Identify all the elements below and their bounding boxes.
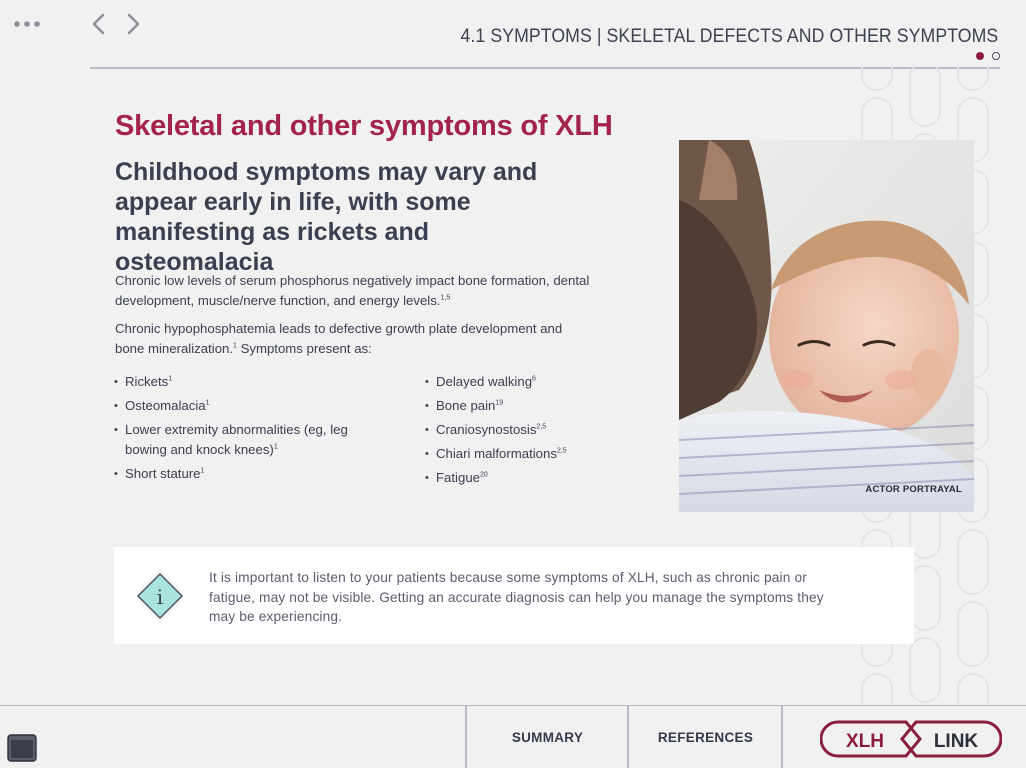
- symptom-reference: 6: [532, 375, 536, 383]
- intro-reference: 1,5: [440, 294, 451, 302]
- hypophosphatemia-tail: Symptoms present as:: [236, 341, 372, 356]
- symptom-reference: 1: [273, 443, 278, 451]
- list-item: Delayed walking6: [425, 372, 625, 392]
- logo-text-right: LINK: [934, 731, 979, 752]
- symptom-reference: 19: [495, 399, 504, 407]
- hypophosphatemia-paragraph: Chronic hypophosphatemia leads to defect…: [115, 319, 595, 359]
- symptom-label: Lower extremity abnormalities (eg, leg b…: [125, 422, 348, 457]
- symptom-reference: 1: [200, 467, 205, 475]
- symptom-label: Fatigue: [436, 470, 480, 485]
- symptom-label: Short stature: [125, 466, 201, 481]
- references-button[interactable]: REFERENCES: [629, 706, 782, 768]
- symptom-label: Craniosynostosis: [436, 422, 537, 437]
- list-item: Osteomalacia1: [114, 396, 384, 416]
- symptom-label: Bone pain: [436, 398, 496, 413]
- chevron-right-icon[interactable]: [122, 10, 144, 38]
- app-window-icon[interactable]: [7, 734, 37, 762]
- xlh-link-logo[interactable]: XLH LINK: [820, 719, 1002, 759]
- section-title: 4.1 SYMPTOMS | SKELETAL DEFECTS AND OTHE…: [460, 26, 998, 47]
- chevron-left-icon[interactable]: [88, 10, 110, 38]
- list-item: Fatigue20: [425, 468, 625, 488]
- list-item: Chiari malformations2,5: [425, 444, 625, 464]
- symptom-label: Delayed walking: [436, 374, 533, 389]
- list-item: Short stature1: [114, 464, 384, 484]
- summary-button[interactable]: SUMMARY: [467, 706, 628, 768]
- info-callout: i It is important to listen to your pati…: [114, 547, 914, 644]
- logo-text-left: XLH: [846, 731, 884, 752]
- list-item: Bone pain19: [425, 396, 625, 416]
- symptom-reference: 1: [168, 375, 173, 383]
- symptom-reference: 2,5: [556, 447, 567, 455]
- info-icon-glyph: i: [157, 585, 163, 609]
- symptom-label: Rickets: [125, 374, 169, 389]
- symptom-reference: 20: [480, 471, 488, 479]
- page-indicator: [976, 52, 1000, 60]
- info-diamond-icon: i: [136, 572, 184, 620]
- intro-text: Chronic low levels of serum phosphorus n…: [115, 273, 590, 308]
- more-dots-icon[interactable]: [12, 16, 44, 32]
- symptom-list-right: Delayed walking6 Bone pain19 Craniosynos…: [425, 372, 625, 492]
- info-text: It is important to listen to your patien…: [209, 570, 824, 624]
- symptom-label: Osteomalacia: [125, 398, 206, 413]
- list-item: Craniosynostosis2,5: [425, 420, 625, 440]
- photo-illustration: [679, 140, 974, 512]
- photo-caption: ACTOR PORTRAYAL: [865, 484, 962, 495]
- symptom-list-left: Rickets1 Osteomalacia1 Lower extremity a…: [114, 372, 384, 488]
- symptom-reference: 1: [205, 399, 210, 407]
- page-subheading: Childhood symptoms may vary and appear e…: [115, 158, 538, 276]
- symptom-reference: 2,5: [536, 423, 547, 431]
- page-heading: Skeletal and other symptoms of XLH: [115, 110, 613, 142]
- parent-child-photo: ACTOR PORTRAYAL: [679, 140, 974, 512]
- top-bar: 4.1 SYMPTOMS | SKELETAL DEFECTS AND OTHE…: [0, 0, 1026, 70]
- symptom-label: Chiari malformations: [436, 446, 557, 461]
- page-dot-active[interactable]: [976, 52, 984, 60]
- list-item: Rickets1: [114, 372, 384, 392]
- page-dot-inactive[interactable]: [992, 52, 1000, 60]
- intro-paragraph: Chronic low levels of serum phosphorus n…: [115, 271, 595, 311]
- list-item: Lower extremity abnormalities (eg, leg b…: [114, 420, 384, 460]
